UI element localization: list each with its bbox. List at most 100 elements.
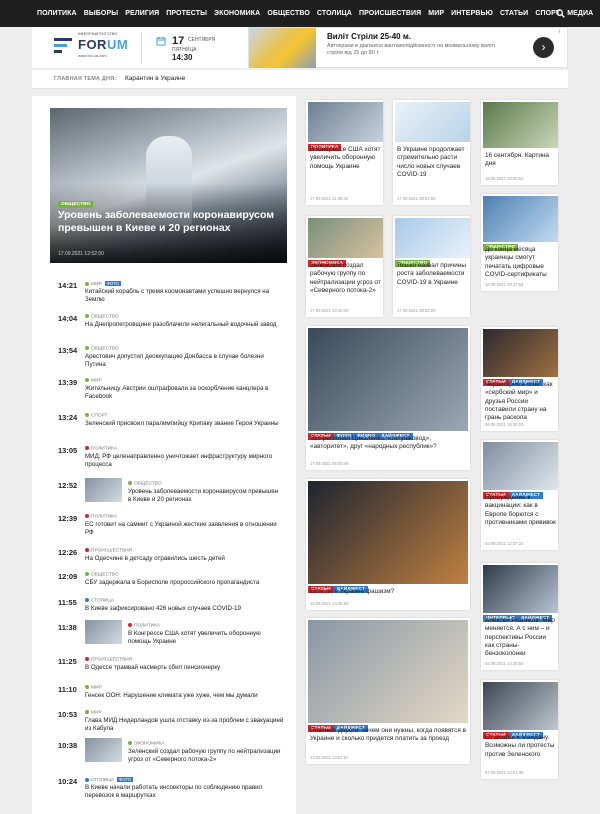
feed-item-time: 11:38 bbox=[58, 623, 77, 632]
feed-item-category[interactable]: ПРОИСШЕСТВИЯ bbox=[85, 548, 132, 553]
article-card-title[interactable]: Зеленский создал рабочую группу по нейтр… bbox=[310, 262, 381, 295]
ad-arrow-button[interactable]: › bbox=[533, 37, 554, 58]
feed-item-category[interactable]: ПРОИСШЕСТВИЯ bbox=[85, 657, 132, 662]
nav-item-capital[interactable]: СТОЛИЦА bbox=[317, 10, 352, 17]
feed-item-category[interactable]: МИР bbox=[85, 685, 102, 690]
feed-item-headline[interactable]: На Днепропетровщине разоблачили нелегаль… bbox=[85, 321, 285, 329]
feed-item-thumbnail[interactable] bbox=[85, 620, 122, 644]
ad-info-icon[interactable]: i bbox=[559, 29, 560, 35]
feed-item-headline[interactable]: СБУ задержала в Борисполе пророссийского… bbox=[85, 579, 285, 587]
article-card[interactable]: ОБЩЕСТВО До конца месяца украинцы смогут … bbox=[481, 194, 558, 291]
feed-item-headline[interactable]: Арестович допустил деоккупацию Донбасса … bbox=[85, 353, 285, 369]
feed-item-category-label: МИР bbox=[91, 685, 102, 691]
nav-item-society[interactable]: ОБЩЕСТВО bbox=[267, 10, 310, 17]
article-card-title[interactable]: От апатии к Майдану. Возможны ли протест… bbox=[485, 734, 556, 759]
article-card-title[interactable]: До конца месяца украинцы смогут печатать… bbox=[485, 246, 556, 279]
nav-item-world[interactable]: МИР bbox=[428, 10, 444, 17]
nav-item-religion[interactable]: РЕЛИГИЯ bbox=[125, 10, 159, 17]
article-card[interactable]: ОБЩЕСТВО Ляшко назвал причины роста забол… bbox=[393, 216, 470, 317]
search-icon[interactable] bbox=[556, 9, 565, 18]
feed-item-headline[interactable]: В Киеве начали работать инспекторы по со… bbox=[85, 784, 285, 800]
feed-item-headline[interactable]: Жительницу Австрии оштрафовали за оскорб… bbox=[85, 385, 285, 401]
feed-item-headline[interactable]: Китайский корабль с тремя космонавтами у… bbox=[85, 288, 285, 304]
article-card-title[interactable]: Есть ли в Украине фашизм? bbox=[310, 588, 468, 596]
article-card-image[interactable] bbox=[308, 620, 468, 723]
feed-item-headline[interactable]: В Киеве зафиксировано 426 новых случаев … bbox=[85, 605, 285, 613]
feed-item-category[interactable]: МИР bbox=[85, 378, 102, 383]
feed-item-thumbnail[interactable] bbox=[85, 478, 122, 502]
article-card[interactable]: 16 сентября. Картина дня 16.09.2021 22:00… bbox=[481, 100, 558, 185]
nav-item-articles[interactable]: СТАТЬИ bbox=[500, 10, 528, 17]
nav-item-economy[interactable]: ЭКОНОМИКА bbox=[214, 10, 260, 17]
article-card-title[interactable]: Платные дороги: зачем они нужны, когда п… bbox=[310, 727, 468, 744]
article-card-image[interactable] bbox=[483, 102, 558, 148]
article-card-image[interactable] bbox=[308, 481, 468, 584]
feed-item-headline[interactable]: Уровень заболеваемости коронавирусом пре… bbox=[128, 488, 283, 504]
feed-item-category[interactable]: ОБЩЕСТВО bbox=[85, 572, 119, 577]
article-card-title[interactable]: 16 сентября. Картина дня bbox=[485, 152, 556, 169]
article-card-date: 17.09.2021 08:51:59 bbox=[397, 196, 436, 201]
article-card[interactable]: СТАТЬИ ДАЙДЖЕСТ Принуждение к вакцинации: … bbox=[481, 440, 558, 550]
advertisement-banner[interactable]: Виліт Стріли 25-40 м. Автокрани в діапаз… bbox=[248, 27, 568, 68]
article-card[interactable]: СТАТЬИ ДАЙДЖЕСТ Платные дороги: зачем они … bbox=[306, 618, 470, 764]
hero-title[interactable]: Уровень заболеваемости коронавирусом пре… bbox=[58, 209, 280, 234]
site-logo[interactable]: ИНФОРМАГЕНТСТВО FORUM www.for-ua.com bbox=[52, 31, 128, 63]
feed-item-category[interactable]: ОБЩЕСТВО bbox=[85, 314, 119, 319]
feed-item-time: 12:39 bbox=[58, 514, 78, 523]
feed-item-category[interactable]: ПОЛИТИКА bbox=[85, 514, 117, 519]
nav-item-interview[interactable]: ИНТЕРВЬЮ bbox=[451, 10, 493, 17]
article-card[interactable]: ЭКОНОМИКА Зеленский создал рабочую группу… bbox=[306, 216, 383, 317]
article-card-title[interactable]: В Украине продолжает стремительно расти … bbox=[397, 146, 468, 179]
feed-item-headline[interactable]: МИД: РФ целенаправленно уничтожает инфра… bbox=[85, 453, 285, 469]
feed-item-category[interactable]: СТОЛИЦА ФОТО bbox=[85, 777, 134, 783]
nav-item-politics[interactable]: ПОЛИТИКА bbox=[37, 10, 77, 17]
article-card[interactable]: СТАТЬИ ФОТО ВИДЕО ДАЙДЖЕСТ Экс-регионал Цика… bbox=[306, 326, 470, 470]
article-card[interactable]: СТАТЬИ ДАЙДЖЕСТ Черногория в огне: как «се… bbox=[481, 327, 558, 431]
feed-item-category[interactable]: ОБЩЕСТВО bbox=[128, 481, 162, 486]
feed-item-category[interactable]: МИР ФОТО bbox=[85, 281, 121, 287]
feed-item-thumbnail[interactable] bbox=[85, 738, 122, 762]
article-card[interactable]: СТАТЬИ ДАЙДЖЕСТ От апатии к Майдану. Возмо… bbox=[481, 680, 558, 779]
article-card[interactable]: ИНТЕРВЬЮ ДАЙДЖЕСТ Алексей Резников: Мир ме… bbox=[481, 563, 558, 670]
feed-item-category[interactable]: СПОРТ bbox=[85, 413, 108, 418]
feed-item-headline[interactable]: На Одесчине в детсаду отравились шесть д… bbox=[85, 555, 285, 563]
article-card[interactable]: В Украине продолжает стремительно расти … bbox=[393, 100, 470, 205]
feed-item-headline[interactable]: В Конгрессе США хотят увеличить оборонну… bbox=[128, 630, 283, 646]
feed-item-category[interactable]: ЭКОНОМИКА bbox=[128, 741, 165, 746]
feed-item-category[interactable]: ПОЛИТИКА bbox=[128, 623, 160, 628]
nav-item-elections[interactable]: ВЫБОРЫ bbox=[84, 10, 119, 17]
feed-item-headline[interactable]: В Одессе трамвай насмерть сбил пенсионер… bbox=[85, 664, 285, 672]
feed-item-time: 14:04 bbox=[58, 314, 78, 323]
date-widget: 17 СЕНТЯБРЯ ПЯТНИЦА 14:30 bbox=[141, 32, 241, 64]
article-card-image[interactable] bbox=[395, 102, 470, 142]
feed-item-category-label: ОБЩЕСТВО bbox=[91, 314, 119, 320]
nav-item-incidents[interactable]: ПРОИСШЕСТВИЯ bbox=[359, 10, 421, 17]
article-card[interactable]: СТАТЬИ ДАЙДЖЕСТ Есть ли в Украине фашизм? 1… bbox=[306, 479, 470, 610]
article-card-title[interactable]: Ляшко назвал причины роста заболеваемост… bbox=[397, 262, 468, 287]
feed-item-category-label: МИР bbox=[91, 378, 102, 384]
hero-category-tag[interactable]: ОБЩЕСТВО bbox=[58, 201, 94, 208]
article-card-title[interactable]: Экс-регионал Цикаленко: «титушковод», «а… bbox=[310, 435, 468, 452]
feed-item-headline[interactable]: Глава МИД Нидерландов ушла отставку из-з… bbox=[85, 717, 285, 733]
article-card-title[interactable]: Алексей Резников: Мир меняется. А с ним … bbox=[485, 617, 556, 659]
feed-item-headline[interactable]: Зеленский присвоил паралимпийцу Крипаку … bbox=[85, 420, 285, 428]
feed-item-category[interactable]: СТОЛИЦА bbox=[85, 598, 114, 603]
article-card[interactable]: ПОЛИТИКА В Конгрессе США хотят увеличить … bbox=[306, 100, 383, 205]
feed-item-headline[interactable]: ЕС готовит на саммит с Украиной жесткие … bbox=[85, 521, 285, 537]
nav-item-media[interactable]: МЕДИА bbox=[567, 10, 593, 17]
feed-item-category[interactable]: ПОЛИТИКА bbox=[85, 446, 117, 451]
nav-item-protests[interactable]: ПРОТЕСТЫ bbox=[166, 10, 207, 17]
article-card-title[interactable]: В Конгрессе США хотят увеличить оборонну… bbox=[310, 146, 381, 171]
feed-item-category[interactable]: ОБЩЕСТВО bbox=[85, 346, 119, 351]
hero-article[interactable]: ОБЩЕСТВО Уровень заболеваемости коронави… bbox=[50, 108, 287, 263]
feed-item-headline[interactable]: Зеленский создал рабочую группу по нейтр… bbox=[128, 748, 283, 764]
article-card-image[interactable] bbox=[308, 328, 468, 431]
feed-item-headline[interactable]: Генсек ООН: Нарушение климата уже хуже, … bbox=[85, 692, 285, 700]
article-card-date: 07.09.2021 12:51:39 bbox=[485, 770, 524, 775]
feed-item-category[interactable]: МИР bbox=[85, 710, 102, 715]
article-card-title[interactable]: Принуждение к вакцинации: как в Европе б… bbox=[485, 494, 556, 527]
ad-title: Виліт Стріли 25-40 м. bbox=[327, 32, 411, 41]
main-topic-link[interactable]: Карантин в Украине bbox=[125, 75, 185, 82]
article-card-title[interactable]: Черногория в огне: как «сербский мир» и … bbox=[485, 381, 556, 423]
category-dot-icon bbox=[85, 777, 89, 782]
